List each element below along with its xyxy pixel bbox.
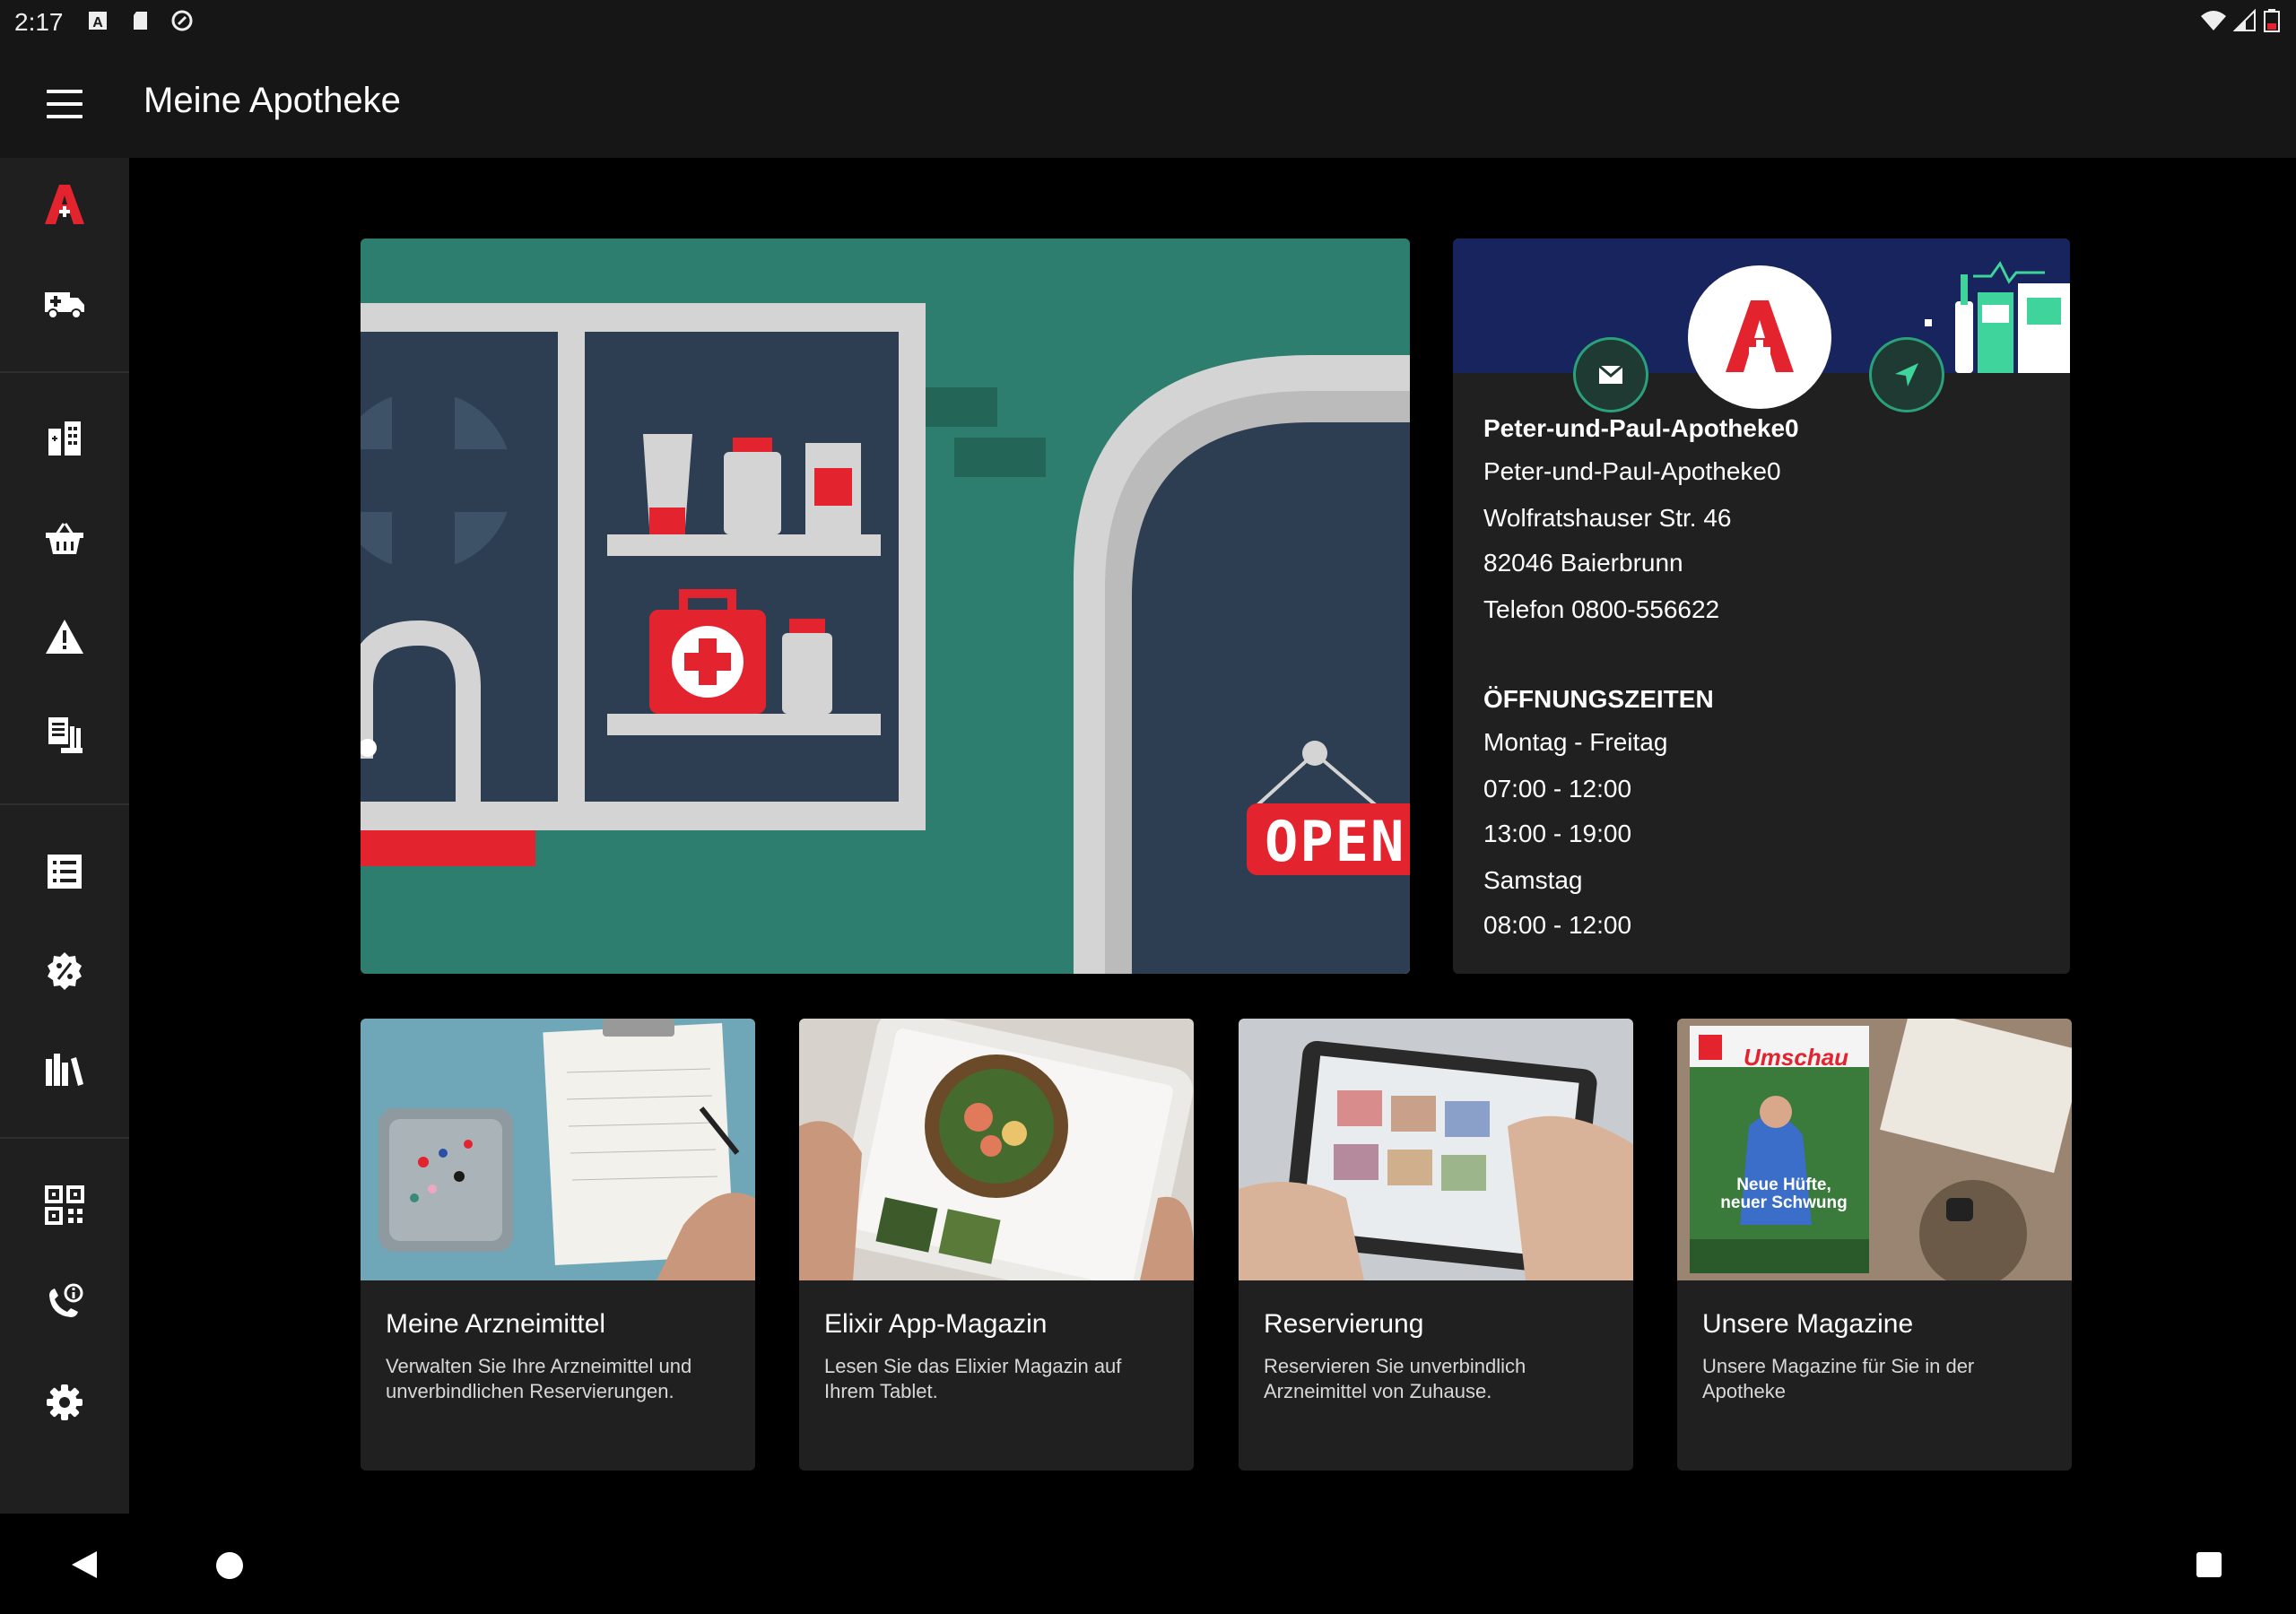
tile-title: Reservierung bbox=[1264, 1309, 1424, 1339]
magazine-brand-text: Umschau bbox=[1744, 1044, 1849, 1071]
apotheke-logo-icon bbox=[45, 185, 84, 224]
medication-photo bbox=[361, 1019, 755, 1280]
phone-info-icon bbox=[49, 1283, 83, 1317]
pharmacy-building-icon bbox=[48, 421, 81, 456]
tablet-magazine-photo bbox=[799, 1019, 1194, 1280]
opening-hours-line: 08:00 - 12:00 bbox=[1483, 911, 1632, 939]
rail-divider bbox=[0, 1137, 129, 1139]
pharmacy-city: 82046 Baierbrunn bbox=[1483, 549, 1683, 577]
rail-divider bbox=[0, 371, 129, 373]
rail-divider bbox=[0, 803, 129, 805]
navigation-arrow-icon bbox=[1895, 363, 1918, 386]
documents-icon bbox=[48, 717, 83, 753]
opening-hours-line: 07:00 - 12:00 bbox=[1483, 775, 1632, 803]
tile-title: Elixir App-Magazin bbox=[824, 1309, 1048, 1339]
tile-meine-arzneimittel[interactable]: Meine Arzneimittel Verwalten Sie Ihre Ar… bbox=[361, 1019, 755, 1471]
sd-card-icon bbox=[134, 12, 147, 30]
svg-text:A: A bbox=[92, 15, 103, 30]
rail-item-delivery[interactable] bbox=[25, 264, 104, 343]
opening-hours-line: Samstag bbox=[1483, 866, 1583, 894]
apotheke-logo-icon bbox=[1726, 300, 1794, 372]
gear-icon bbox=[47, 1384, 83, 1420]
pharmacy-street: Wolfratshauser Str. 46 bbox=[1483, 504, 1732, 532]
page-title: Meine Apotheke bbox=[144, 81, 401, 120]
opening-hours-heading: ÖFFNUNGSZEITEN bbox=[1483, 685, 1714, 713]
rail-item-offers[interactable] bbox=[25, 931, 104, 1010]
open-sign-text: OPEN bbox=[1265, 809, 1406, 874]
tile-unsere-magazine[interactable]: Umschau Neue Hüfte, neuer Schwung Unsere… bbox=[1677, 1019, 2072, 1471]
opening-hours-line: Montag - Freitag bbox=[1483, 728, 1668, 756]
pharmacy-name: Peter-und-Paul-Apotheke0 bbox=[1483, 457, 1781, 485]
opening-hours-line: 13:00 - 19:00 bbox=[1483, 820, 1632, 847]
pharmacy-logo bbox=[1688, 265, 1831, 409]
tablet-shopping-photo bbox=[1239, 1019, 1633, 1280]
tile-reservierung[interactable]: Reservierung Reservieren Sie unverbindli… bbox=[1239, 1019, 1633, 1471]
pharmacy-name-heading: Peter-und-Paul-Apotheke0 bbox=[1483, 414, 1799, 442]
rail-item-phone[interactable] bbox=[25, 1264, 104, 1343]
rail-item-list[interactable] bbox=[25, 832, 104, 911]
rail-item-pharmacy[interactable] bbox=[25, 400, 104, 479]
tile-description: Lesen Sie das Elixier Magazin auf Ihrem … bbox=[824, 1355, 1122, 1402]
a-notification-icon: A bbox=[89, 12, 107, 30]
qr-code-icon bbox=[45, 1185, 84, 1225]
navigation-rail bbox=[0, 158, 129, 1514]
rail-item-apotheke[interactable] bbox=[25, 165, 104, 244]
magazine-headline-text: Neue Hüfte, neuer Schwung bbox=[1720, 1176, 1848, 1212]
recents-icon[interactable] bbox=[2196, 1551, 2222, 1578]
battery-low-icon bbox=[2264, 9, 2280, 32]
email-button[interactable] bbox=[1573, 337, 1648, 412]
navigation-button[interactable] bbox=[1869, 337, 1944, 412]
back-icon[interactable] bbox=[70, 1549, 99, 1580]
delivery-truck-icon bbox=[45, 292, 84, 319]
rail-item-basket[interactable] bbox=[25, 499, 104, 577]
hamburger-menu-icon[interactable] bbox=[41, 86, 88, 122]
magazine-photo bbox=[1677, 1019, 2072, 1280]
mail-icon bbox=[1598, 365, 1623, 384]
tile-description: Reservieren Sie unverbindlich Arzneimitt… bbox=[1264, 1355, 1526, 1402]
sync-icon bbox=[171, 10, 193, 31]
tile-title: Meine Arzneimittel bbox=[386, 1309, 606, 1339]
rail-item-library[interactable] bbox=[25, 1029, 104, 1108]
library-icon bbox=[46, 1054, 83, 1086]
rail-item-settings[interactable] bbox=[25, 1363, 104, 1442]
list-icon bbox=[48, 855, 82, 889]
rail-item-documents[interactable] bbox=[25, 696, 104, 775]
system-navigation-bar bbox=[0, 1514, 2296, 1614]
rail-item-qr[interactable] bbox=[25, 1166, 104, 1245]
tile-title: Unsere Magazine bbox=[1702, 1309, 1914, 1339]
home-icon[interactable] bbox=[215, 1551, 244, 1580]
warning-icon bbox=[46, 620, 83, 654]
tile-description: Unsere Magazine für Sie in der Apotheke bbox=[1702, 1355, 1975, 1402]
tile-description: Verwalten Sie Ihre Arzneimittel und unve… bbox=[386, 1355, 692, 1402]
hero-banner[interactable]: OPEN bbox=[361, 239, 1410, 974]
pharmacy-info-card: Peter-und-Paul-Apotheke0 Peter-und-Paul-… bbox=[1453, 239, 2070, 974]
wifi-icon bbox=[2201, 11, 2226, 30]
pharmacy-cabinet-illustration bbox=[361, 239, 1410, 974]
status-bar: 2:17 A bbox=[0, 0, 2296, 45]
app-bar: Meine Apotheke bbox=[0, 45, 2296, 158]
basket-icon bbox=[46, 523, 83, 554]
signal-icon bbox=[2233, 9, 2256, 31]
discount-badge-icon bbox=[48, 952, 82, 990]
rail-item-warning[interactable] bbox=[25, 597, 104, 676]
status-time: 2:17 bbox=[14, 8, 64, 36]
tile-elixir-app-magazin[interactable]: Elixir App-Magazin Lesen Sie das Elixier… bbox=[799, 1019, 1194, 1471]
pharmacy-phone[interactable]: Telefon 0800-556622 bbox=[1483, 595, 1719, 624]
